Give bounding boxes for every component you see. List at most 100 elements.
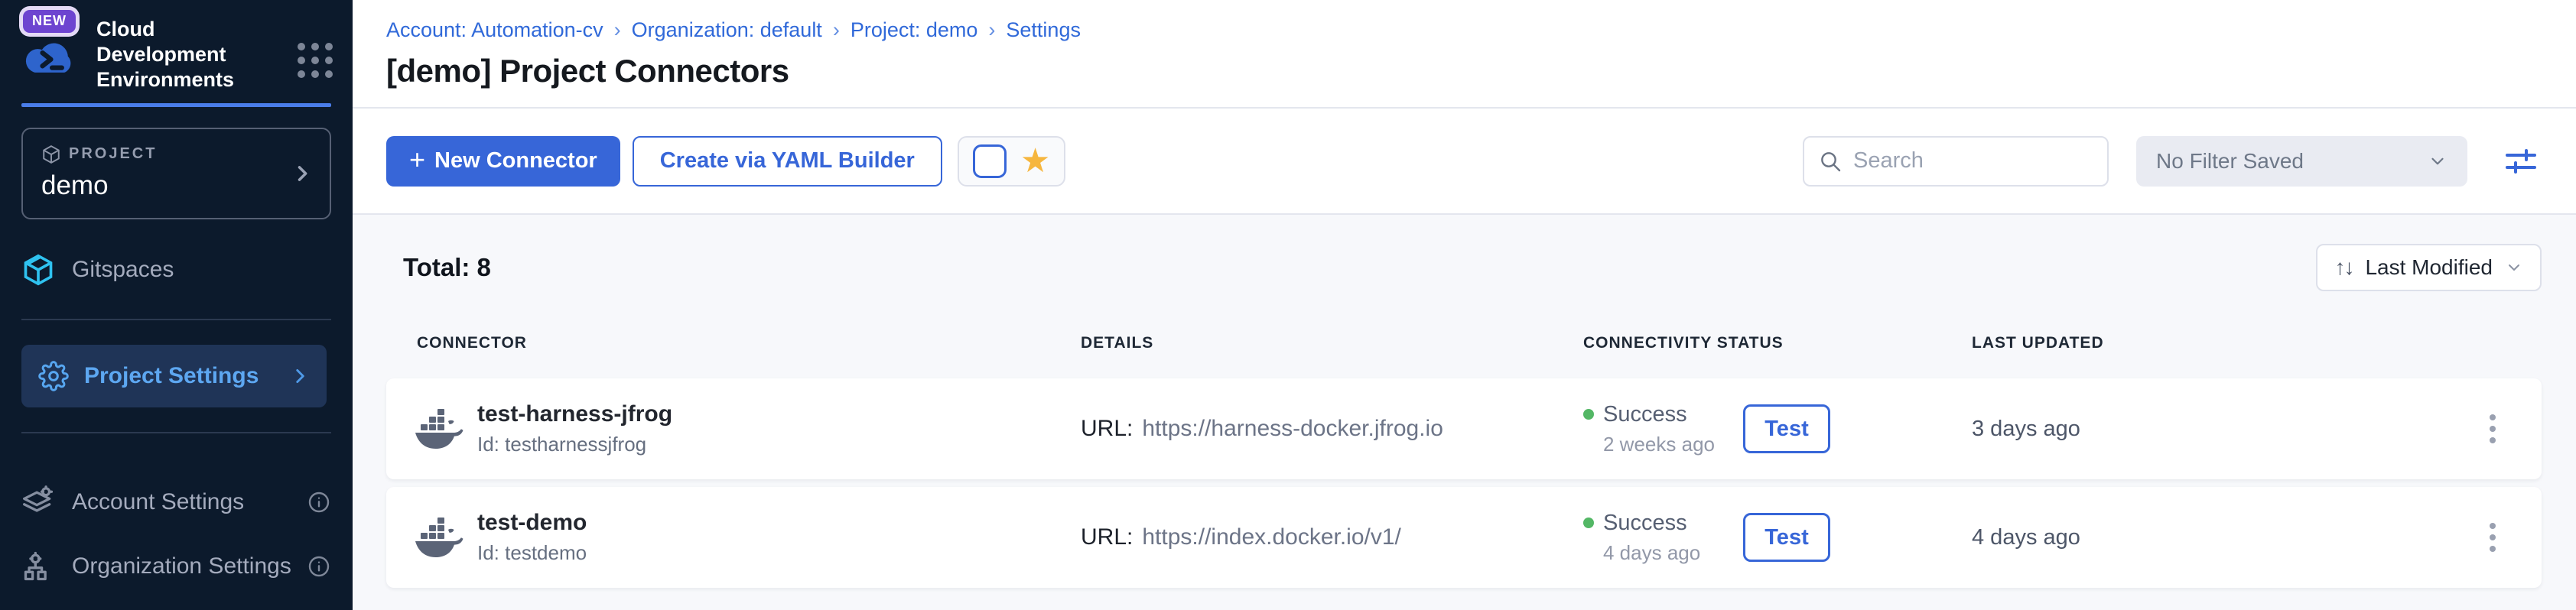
table-header: CONNECTOR DETAILS CONNECTIVITY STATUS LA… [386,334,2542,352]
favorite-checkbox[interactable] [973,144,1007,178]
brand-header: NEW Cloud Development Environments [0,0,353,92]
saved-filter-select[interactable]: No Filter Saved [2136,136,2467,187]
project-label: PROJECT [69,145,157,163]
chevron-down-icon [2505,258,2523,277]
cube-icon [41,144,61,164]
sidebar-nav: Gitspaces Project Settings [0,219,353,591]
toolbar: + New Connector Create via YAML Builder … [353,109,2576,215]
breadcrumb: Account: Automation-cv Organization: def… [386,18,2576,42]
sidebar-item-label: Gitspaces [72,257,174,283]
success-dot-icon [1583,409,1594,420]
nav-divider [21,432,331,433]
docker-icon [415,409,463,449]
docker-icon [415,518,463,557]
connector-id: Id: testharnessjfrog [477,433,672,456]
saved-filter-value: No Filter Saved [2156,149,2304,174]
status-line: Success [1583,402,1715,427]
sort-arrows-icon [2334,255,2353,280]
sidebar-item-project-settings[interactable]: Project Settings [21,345,327,407]
breadcrumb-separator-icon [988,18,995,42]
chevron-down-icon [2428,151,2448,171]
breadcrumb-organization-link[interactable]: Organization: default [632,18,822,42]
total-count: Total: 8 [403,253,491,282]
gear-icon [38,361,69,391]
sidebar-item-gitspaces[interactable]: Gitspaces [0,245,353,294]
success-dot-icon [1583,518,1594,528]
gitspaces-cube-icon [21,253,55,287]
project-name: demo [41,170,311,201]
connector-cell: test-demo Id: testdemo [386,510,1081,565]
favorite-filter-group: ★ [958,136,1065,187]
details-cell: URL: https://harness-docker.jfrog.io [1081,416,1583,442]
status-cell: Success 4 days ago Test [1583,511,1972,565]
sidebar-item-label: Account Settings [72,489,244,515]
breadcrumb-account-link[interactable]: Account: Automation-cv [386,18,603,42]
connector-row[interactable]: test-demo Id: testdemo URL: https://inde… [386,487,2542,588]
url-label: URL: [1081,524,1133,550]
sidebar: NEW Cloud Development Environments [0,0,353,610]
module-grid-icon[interactable] [298,43,333,78]
row-menu-kebab-icon[interactable] [2483,408,2502,449]
column-header-last-updated: LAST UPDATED [1972,334,2542,352]
product-title: Cloud Development Environments [96,17,259,92]
connector-name: test-demo [477,510,587,536]
sidebar-item-account-settings[interactable]: Account Settings [0,478,353,527]
search-input[interactable] [1853,148,2093,174]
main-content: Account: Automation-cv Organization: def… [353,0,2576,610]
search-box [1803,136,2109,187]
status-line: Success [1583,511,1700,536]
new-connector-button[interactable]: + New Connector [386,136,620,187]
status-text: Success [1603,402,1687,427]
cloud-shell-logo-icon [21,37,81,85]
last-updated-text: 4 days ago [1972,525,2080,550]
column-header-connectivity-status: CONNECTIVITY STATUS [1583,334,1972,352]
sidebar-item-label: Project Settings [84,363,259,389]
sort-label: Last Modified [2365,255,2493,280]
nav-divider [21,319,331,320]
test-connection-button[interactable]: Test [1743,513,1830,562]
breadcrumb-project-link[interactable]: Project: demo [851,18,978,42]
details-cell: URL: https://index.docker.io/v1/ [1081,524,1583,550]
status-time: 4 days ago [1603,541,1700,565]
last-updated-cell: 4 days ago [1972,517,2542,558]
breadcrumb-separator-icon [833,18,840,42]
chevron-right-icon [290,366,310,386]
app-root: NEW Cloud Development Environments [0,0,2576,610]
breadcrumb-settings-link[interactable]: Settings [1006,18,1081,42]
new-badge: NEW [23,10,76,33]
status-text: Success [1603,511,1687,536]
breadcrumb-separator-icon [614,18,621,42]
star-icon[interactable]: ★ [1020,144,1050,178]
url-value: https://harness-docker.jfrog.io [1142,416,1443,442]
status-time: 2 weeks ago [1603,433,1715,456]
url-value: https://index.docker.io/v1/ [1142,524,1401,550]
sidebar-item-organization-settings[interactable]: Organization Settings [0,542,353,591]
connector-text: test-harness-jfrog Id: testharnessjfrog [477,401,672,456]
column-header-details: DETAILS [1081,334,1583,352]
test-connection-button[interactable]: Test [1743,404,1830,453]
connector-name: test-harness-jfrog [477,401,672,427]
connector-cell: test-harness-jfrog Id: testharnessjfrog [386,401,1081,456]
connector-list: Total: 8 Last Modified CONNECTOR DETAILS… [353,215,2576,610]
status-cell: Success 2 weeks ago Test [1583,402,1972,456]
connector-row[interactable]: test-harness-jfrog Id: testharnessjfrog … [386,378,2542,479]
info-icon[interactable] [307,554,331,579]
chevron-right-icon [291,163,313,184]
status-block: Success 4 days ago [1583,511,1700,565]
filter-sliders-icon[interactable] [2503,143,2539,180]
url-label: URL: [1081,416,1133,442]
row-menu-kebab-icon[interactable] [2483,517,2502,558]
connector-id: Id: testdemo [477,541,587,565]
sort-dropdown[interactable]: Last Modified [2316,244,2542,291]
sidebar-item-label: Organization Settings [72,553,291,579]
status-block: Success 2 weeks ago [1583,402,1715,456]
info-icon[interactable] [307,490,331,514]
plus-icon: + [409,146,425,174]
yaml-builder-button[interactable]: Create via YAML Builder [633,136,942,187]
project-selector[interactable]: PROJECT demo [21,128,331,219]
org-hierarchy-gear-icon [21,550,55,583]
page-header: Account: Automation-cv Organization: def… [353,0,2576,109]
brand-logo-stack: NEW [21,6,81,85]
last-updated-cell: 3 days ago [1972,408,2542,449]
page-title: [demo] Project Connectors [386,53,2576,89]
